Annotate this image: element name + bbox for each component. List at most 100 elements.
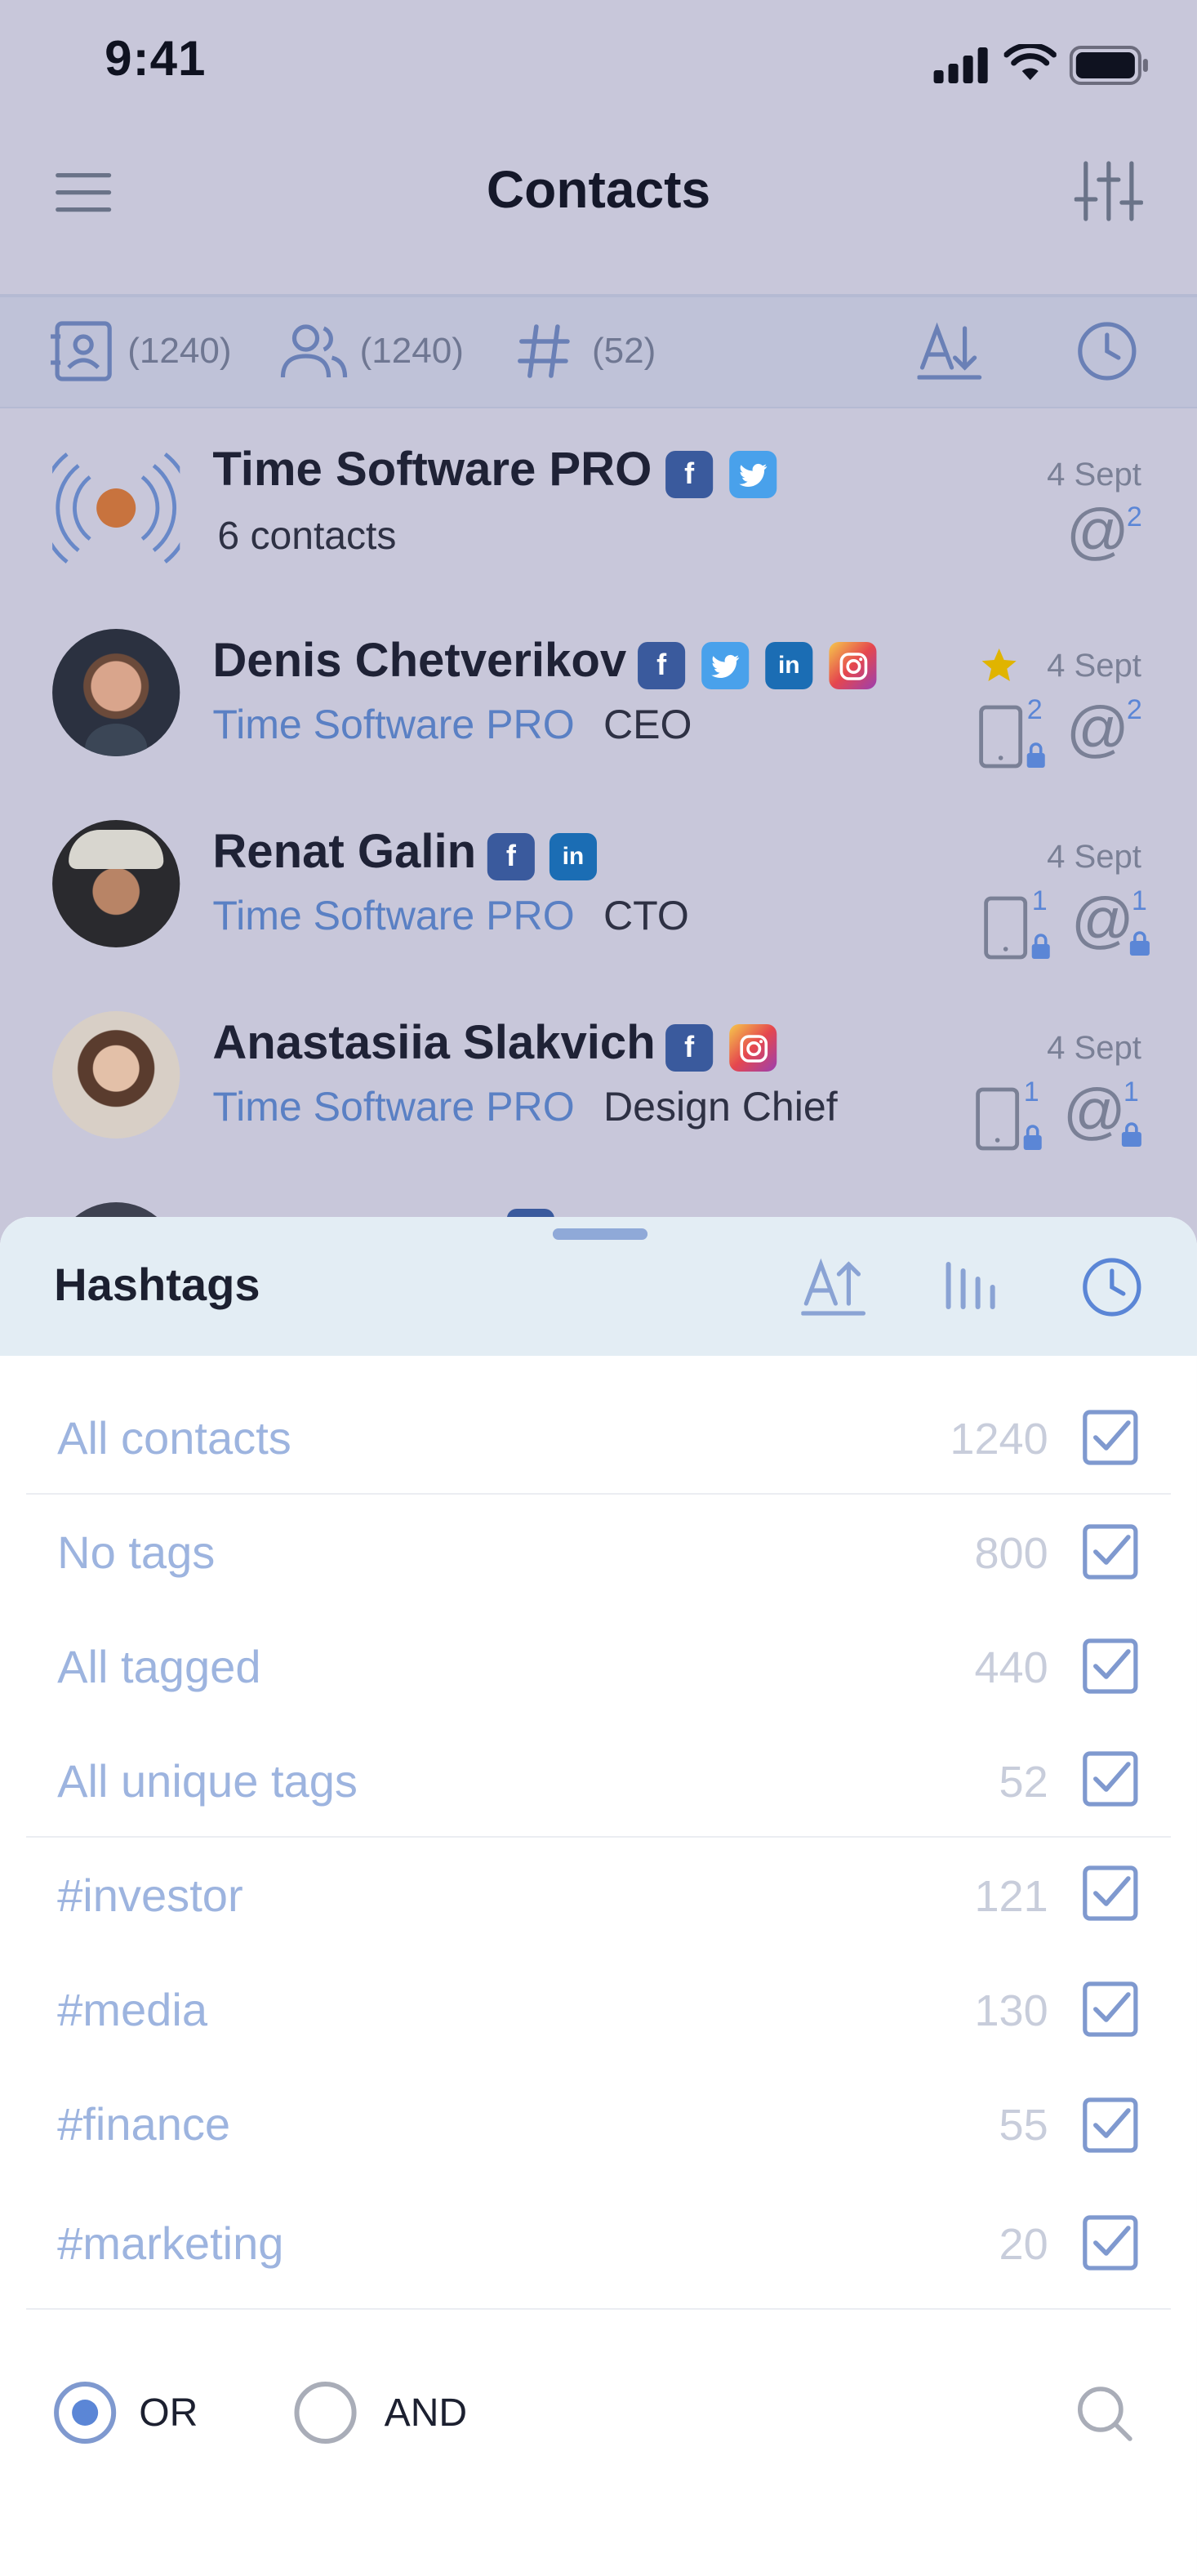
email-icon: @ [1066,696,1130,764]
tag-count: 800 [974,1529,1048,1578]
contact-name: Renat Galin [212,827,477,879]
tab-people-count: (1240) [359,330,464,371]
tag-label: #media [57,1985,208,2035]
battery-icon [1069,46,1148,85]
hashtag-icon [518,324,570,378]
contact-date: 4 Sept [1047,457,1141,493]
contact-card-icon [51,321,112,381]
checkbox-checked-icon[interactable] [1083,1410,1138,1465]
sheet-drag-handle[interactable] [552,1228,648,1240]
divider [26,2308,1171,2310]
email-count: 1 [1123,1076,1139,1108]
checkbox-checked-icon[interactable] [1083,1638,1138,1694]
filter-bar-divider [0,407,1197,408]
cellular-signal-icon [933,47,988,83]
tag-count: 1240 [950,1415,1048,1464]
radio-or[interactable]: OR [49,2377,229,2449]
tab-hashtags-count: (52) [591,330,656,371]
contact-subtitle: 6 contacts [217,515,397,559]
email-icon: @ [1066,498,1130,567]
status-time: 9:41 [105,33,207,87]
sheet-title: Hashtags [54,1259,260,1310]
radio-or-label: OR [139,2391,198,2436]
facebook-icon: f [665,451,714,498]
list-item[interactable]: #marketing 20 [0,2186,1197,2300]
clock-icon[interactable] [1079,1255,1145,1320]
avatar [52,820,180,947]
tab-contacts[interactable]: (1240) [46,315,248,387]
checkbox-checked-icon[interactable] [1083,1865,1138,1921]
list-item[interactable]: No tags 800 [0,1495,1197,1609]
tag-count: 130 [974,1986,1048,2035]
radio-and[interactable]: AND [289,2377,501,2449]
linkedin-icon: in [549,833,597,880]
contact-company[interactable]: Time Software PRO [212,702,574,750]
checkbox-checked-icon[interactable] [1083,1751,1138,1807]
email-icon: @ [1062,1078,1127,1147]
contact-company[interactable]: Time Software PRO [212,894,574,941]
tag-count: 440 [974,1643,1048,1692]
radio-selected-icon [54,2382,117,2444]
tag-count: 52 [999,1758,1048,1807]
facebook-icon: f [487,833,535,880]
sliders-icon[interactable] [1074,160,1143,222]
contact-company[interactable]: Time Software PRO [212,1085,574,1132]
email-count: 2 [1126,501,1142,533]
contact-date: 4 Sept [1047,1031,1141,1067]
instagram-icon [829,642,877,689]
search-icon[interactable] [1075,2383,1137,2445]
list-item[interactable]: All contacts 1240 [0,1380,1197,1495]
list-item[interactable]: All unique tags 52 [0,1723,1197,1838]
twitter-icon [729,451,777,498]
linkedin-icon: in [765,642,813,689]
page-title: Contacts [486,160,711,219]
tag-label: All contacts [57,1413,291,1464]
facebook-icon: f [638,642,686,689]
tag-label: No tags [57,1527,216,1578]
sort-alpha-icon[interactable] [917,319,983,384]
contact-date: 4 Sept [1047,648,1141,684]
tag-count: 20 [999,2220,1048,2269]
sort-alpha-ascending-icon[interactable] [801,1255,866,1320]
tag-label: #investor [57,1870,243,1921]
checkbox-checked-icon[interactable] [1083,1524,1138,1580]
phone-count: 1 [1031,885,1048,916]
contact-name: Denis Chetverikov [212,635,627,688]
tag-label: All unique tags [57,1756,358,1807]
contact-role: CTO [603,894,689,939]
contact-name: Time Software PRO [212,444,652,497]
twitter-icon [701,642,750,689]
list-item[interactable]: Denis Chetverikov f in Time Software PRO… [0,603,1197,794]
tab-people[interactable]: (1240) [278,315,480,387]
list-item[interactable]: Time Software PRO f 6 contacts 4 Sept @ … [0,412,1197,603]
facebook-icon: f [665,1024,714,1072]
clock-icon[interactable] [1075,319,1140,384]
wifi-icon [1003,44,1057,80]
list-item[interactable]: Anastasiia Slakvich f Time Software PRO … [0,985,1197,1176]
contact-role: CEO [603,702,692,748]
lock-icon [1129,931,1150,956]
tag-count: 55 [999,2101,1048,2150]
sort-count-icon[interactable] [942,1258,1001,1313]
list-item[interactable]: #media 130 [0,1952,1197,2066]
checkbox-checked-icon[interactable] [1083,2097,1138,2153]
checkbox-checked-icon[interactable] [1083,1981,1138,2037]
company-logo [52,452,180,564]
email-count: 2 [1126,694,1142,725]
lock-icon [1121,1122,1141,1147]
email-icon: @ [1070,887,1135,956]
avatar [52,1011,180,1139]
contact-role: Design Chief [603,1085,838,1130]
people-icon [280,324,348,378]
list-item[interactable]: Renat Galin f in Time Software PRO CTO 4… [0,794,1197,985]
list-item[interactable]: #finance 55 [0,2066,1197,2181]
tag-label: All tagged [57,1642,261,1692]
list-item[interactable]: All tagged 440 [0,1609,1197,1723]
tab-hashtags[interactable]: (52) [517,315,680,387]
tag-label: #marketing [57,2218,284,2269]
list-item[interactable]: #investor 121 [0,1838,1197,1952]
star-icon [981,648,1017,681]
checkbox-checked-icon[interactable] [1083,2215,1138,2271]
phone-count: 2 [1026,694,1043,725]
tab-contacts-count: (1240) [127,330,232,371]
